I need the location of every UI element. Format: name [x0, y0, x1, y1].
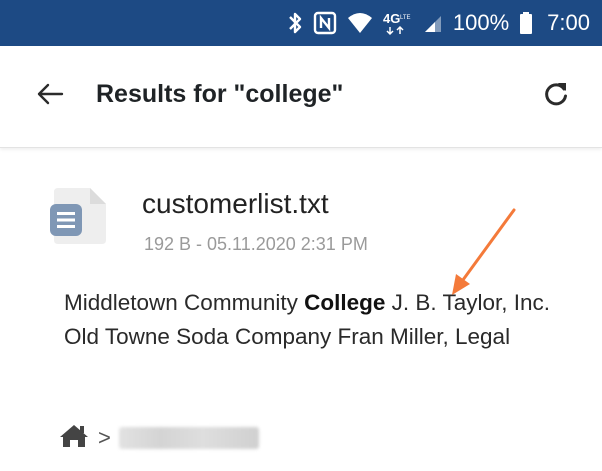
arrow-left-icon	[36, 82, 64, 111]
annotation-arrow	[452, 208, 516, 295]
snippet-highlight: College	[304, 290, 386, 315]
refresh-icon	[542, 80, 570, 113]
home-icon[interactable]	[58, 423, 90, 454]
app-bar: Results for "college"	[0, 46, 602, 148]
status-bar: 4G LTE 100% 7:00	[0, 0, 602, 46]
back-button[interactable]	[30, 76, 70, 116]
nfc-icon	[313, 10, 337, 36]
breadcrumb: >	[58, 420, 259, 456]
file-meta: 192 B - 05.11.2020 2:31 PM	[144, 234, 368, 254]
file-name: customerlist.txt	[142, 188, 329, 219]
refresh-button[interactable]	[536, 76, 576, 116]
wifi-icon	[347, 10, 373, 36]
battery-percentage: 100%	[452, 10, 510, 35]
battery-icon	[519, 10, 533, 36]
signal-icon	[423, 10, 443, 36]
page-title: Results for "college"	[96, 80, 344, 108]
svg-text:LTE: LTE	[400, 15, 411, 21]
svg-text:4G: 4G	[383, 11, 400, 26]
snippet-text: Middletown Community	[64, 290, 305, 315]
breadcrumb-folder-blurred[interactable]	[118, 427, 259, 449]
breadcrumb-separator: >	[98, 425, 111, 450]
clock: 7:00	[547, 10, 590, 35]
bluetooth-icon	[287, 10, 303, 36]
text-document-icon	[48, 182, 112, 246]
4g-lte-icon: 4G LTE	[383, 10, 413, 36]
